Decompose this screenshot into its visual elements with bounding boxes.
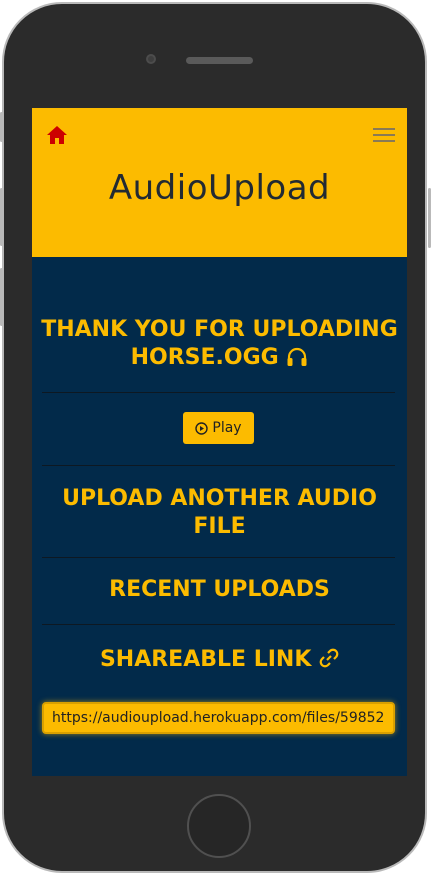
play-button[interactable]: Play: [183, 412, 254, 444]
upload-another-line1: UPLOAD ANOTHER AUDIO: [62, 486, 377, 511]
divider: [42, 557, 395, 558]
thank-you-line1: THANK YOU FOR UPLOADING: [41, 317, 398, 342]
header-bar: AudioUpload: [32, 108, 407, 257]
shareable-link-label: SHAREABLE LINK: [99, 647, 312, 672]
home-icon[interactable]: [46, 125, 68, 145]
upload-another-link[interactable]: UPLOAD ANOTHER AUDIO FILE: [38, 485, 401, 541]
upload-another-line2: FILE: [193, 514, 246, 539]
shareable-link-field[interactable]: [42, 702, 395, 734]
divider: [42, 465, 395, 466]
hamburger-menu-icon[interactable]: [372, 126, 396, 144]
earpiece-speaker: [186, 57, 253, 64]
volume-up-button: [0, 188, 3, 246]
recent-uploads-link[interactable]: RECENT UPLOADS: [38, 576, 401, 604]
thank-you-line2: HORSE.OGG: [38, 344, 401, 372]
app-title: AudioUpload: [108, 168, 331, 208]
phone-frame: AudioUpload THANK YOU FOR UPLOADING HORS…: [2, 2, 427, 873]
headphones-icon: [287, 347, 307, 366]
divider: [42, 392, 395, 393]
filename: HORSE.OGG: [130, 345, 279, 370]
divider: [42, 624, 395, 625]
volume-down-button: [0, 268, 3, 326]
home-button[interactable]: [187, 794, 251, 858]
shareable-link-heading: SHAREABLE LINK: [38, 646, 401, 674]
front-camera: [146, 54, 156, 64]
app-screen: AudioUpload THANK YOU FOR UPLOADING HORS…: [32, 108, 407, 776]
mute-switch: [0, 112, 3, 142]
play-circle-icon: [195, 421, 209, 435]
thank-you-heading: THANK YOU FOR UPLOADING HORSE.OGG: [38, 316, 401, 372]
play-button-label: Play: [212, 420, 242, 436]
chain-link-icon: [319, 648, 339, 668]
